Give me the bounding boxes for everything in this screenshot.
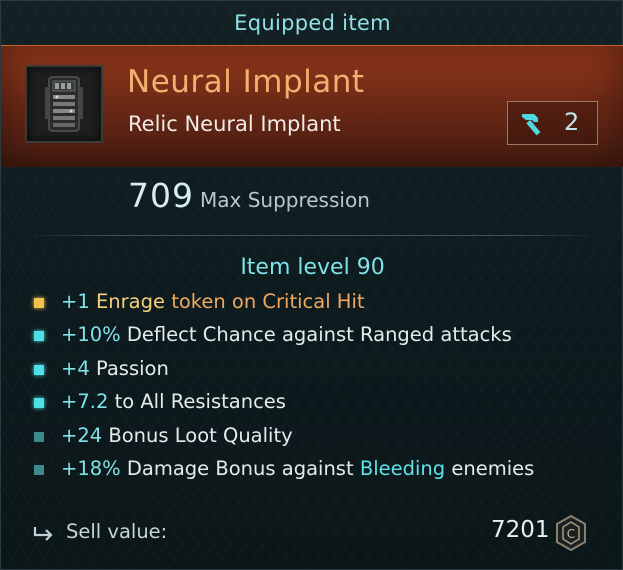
- affix-row: +18% Damage Bonus against Bleeding enemi…: [1, 456, 623, 486]
- item-icon-frame[interactable]: [25, 65, 103, 143]
- affix-bullet-icon: [34, 365, 44, 375]
- main-stat: 709 Max Suppression: [128, 176, 370, 215]
- affix-text: +10% Deflect Chance against Ranged attac…: [61, 323, 512, 346]
- affix-part: +24: [61, 424, 109, 447]
- item-banner: Neural Implant Relic Neural Implant 2: [1, 45, 623, 167]
- item-type: Relic Neural Implant: [128, 112, 341, 136]
- main-stat-value: 709: [128, 176, 194, 215]
- affix-part: +10%: [61, 323, 127, 346]
- affix-part: Bonus Loot Quality: [108, 424, 293, 447]
- main-stat-label: Max Suppression: [200, 188, 370, 212]
- item-name: Neural Implant: [127, 64, 365, 100]
- affix-part: +18%: [61, 457, 127, 480]
- affix-part: Damage Bonus against: [126, 457, 360, 480]
- affix-row: +7.2 to All Resistances: [1, 389, 623, 419]
- affix-bullet-icon: [34, 465, 44, 475]
- tier-badge: 2: [507, 101, 598, 145]
- affix-part: +4: [61, 357, 96, 380]
- affix-text: +7.2 to All Resistances: [61, 390, 286, 413]
- affix-bullet-icon: [34, 331, 44, 341]
- hammer-icon: [522, 114, 541, 136]
- svg-text:C: C: [567, 527, 575, 541]
- affix-row: +1 Enrage token on Critical Hit: [1, 289, 623, 319]
- affix-bullet-icon: [34, 398, 44, 408]
- affix-text: +1 Enrage token on Critical Hit: [61, 290, 365, 313]
- affix-text: +4 Passion: [61, 357, 169, 380]
- affix-part: to All Resistances: [114, 390, 286, 413]
- affix-bullet-icon: [34, 432, 44, 442]
- item-level: Item level 90: [240, 255, 385, 280]
- affix-part: Enrage: [95, 290, 172, 313]
- affix-part: enemies: [445, 457, 535, 480]
- affix-part: Deflect Chance against Ranged attacks: [126, 323, 512, 346]
- affix-part: +7.2: [61, 390, 115, 413]
- item-tooltip: Equipped item Neural Implant Relic Neura…: [0, 0, 623, 570]
- affix-part: Bleeding: [359, 457, 446, 480]
- tier-value: 2: [564, 108, 580, 136]
- affix-text: +18% Damage Bonus against Bleeding enemi…: [61, 457, 534, 480]
- affix-part: token on Critical Hit: [171, 290, 365, 313]
- sell-label: Sell value:: [66, 520, 168, 543]
- affix-row: +4 Passion: [1, 356, 623, 386]
- divider: [25, 235, 598, 236]
- affix-row: +10% Deflect Chance against Ranged attac…: [1, 322, 623, 352]
- sell-value: 7201: [491, 517, 550, 543]
- neural-implant-icon: [45, 76, 83, 132]
- sell-footer: Sell value: 7201 C: [1, 511, 623, 552]
- sell-arrow-icon: [33, 527, 53, 541]
- affix-text: +24 Bonus Loot Quality: [61, 424, 293, 447]
- scrap-currency-icon: C: [556, 514, 586, 552]
- affix-part: Passion: [95, 357, 169, 380]
- affix-part: +1: [61, 290, 96, 313]
- affix-row: +24 Bonus Loot Quality: [1, 423, 623, 453]
- affix-bullet-icon: [34, 298, 44, 308]
- tooltip-header: Equipped item: [234, 11, 391, 35]
